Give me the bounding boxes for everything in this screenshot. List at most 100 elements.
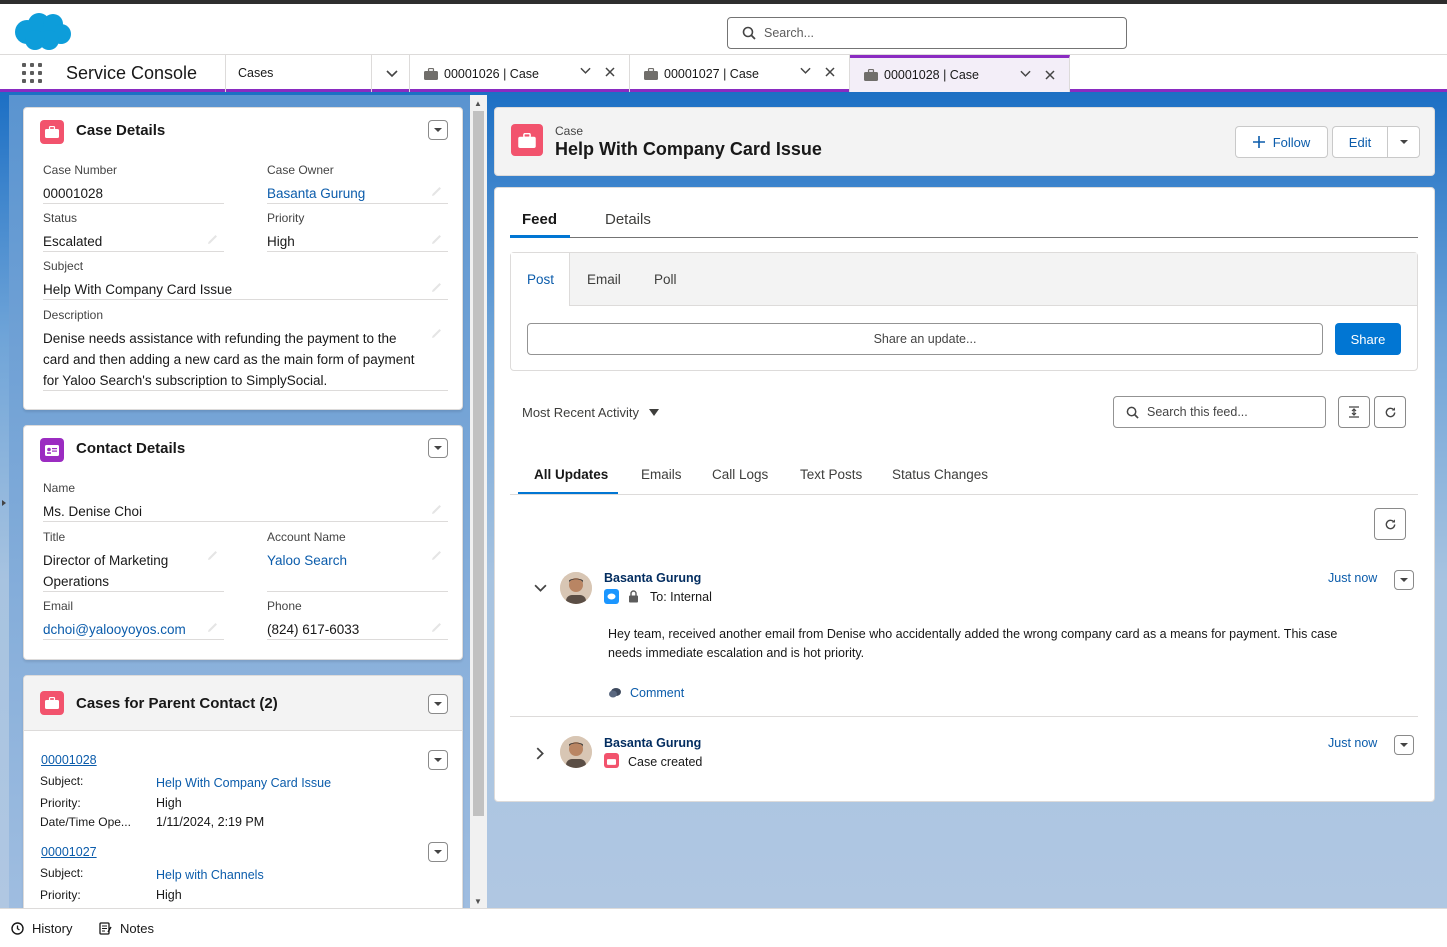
email-link[interactable]: dchoi@yalooyoyos.com [43, 619, 224, 640]
pencil-icon[interactable] [431, 234, 442, 245]
chevron-down-icon[interactable] [1020, 70, 1031, 78]
feed-sort-dropdown[interactable]: Most Recent Activity [522, 405, 660, 420]
case-owner-link[interactable]: Basanta Gurung [267, 183, 448, 204]
field-label: Case Owner [267, 163, 334, 177]
chevron-down-icon [1399, 139, 1408, 144]
notes-utility-button[interactable]: Notes [99, 921, 154, 936]
feed-search-input[interactable]: Search this feed... [1113, 396, 1326, 428]
row-actions-dropdown[interactable] [428, 750, 448, 770]
pencil-icon[interactable] [431, 504, 442, 515]
pencil-icon[interactable] [431, 282, 442, 293]
filter-emails[interactable]: Emails [641, 467, 682, 482]
close-icon[interactable] [1045, 70, 1055, 80]
avatar[interactable] [560, 736, 592, 768]
pencil-icon[interactable] [431, 328, 442, 339]
author-link[interactable]: Basanta Gurung [604, 736, 701, 750]
tab-details[interactable]: Details [605, 211, 651, 228]
pencil-icon[interactable] [207, 622, 218, 633]
timestamp-link[interactable]: Just now [1328, 571, 1377, 585]
card-actions-dropdown[interactable] [428, 438, 448, 458]
workspace-tab-00001028[interactable]: 00001028 | Case [850, 55, 1070, 92]
workspace-tab-00001027[interactable]: 00001027 | Case [630, 55, 850, 92]
feed-item-actions-dropdown[interactable] [1394, 735, 1414, 755]
publisher-tab-post[interactable]: Post [511, 253, 570, 306]
chevron-down-icon [434, 849, 442, 854]
filter-status-changes[interactable]: Status Changes [892, 467, 988, 482]
case-icon [511, 124, 543, 156]
pencil-icon[interactable] [431, 550, 442, 561]
workspace-tab-00001026[interactable]: 00001026 | Case [410, 55, 630, 92]
tab-label: 00001027 | Case [664, 66, 759, 81]
edit-button[interactable]: Edit [1332, 126, 1388, 158]
collapse-all-button[interactable] [1338, 396, 1370, 428]
case-number-link[interactable]: 00001027 [41, 845, 97, 859]
sidebar-collapse-handle[interactable] [0, 495, 8, 511]
search-icon [742, 26, 756, 40]
history-utility-button[interactable]: History [11, 921, 72, 936]
field-value: Help With Company Card Issue [43, 282, 233, 297]
chevron-down-icon [434, 445, 442, 450]
record-title: Help With Company Card Issue [555, 139, 822, 159]
feed-item-actions-dropdown[interactable] [1394, 570, 1414, 590]
field-label: Status [43, 211, 78, 225]
nav-item-selector[interactable]: Cases [225, 55, 410, 92]
chevron-down-icon[interactable] [534, 584, 547, 593]
nav-selector-label: Cases [238, 66, 274, 80]
chevron-right-icon[interactable] [536, 747, 545, 760]
comment-button[interactable]: Comment [608, 686, 684, 700]
feed-search-placeholder: Search this feed... [1147, 405, 1248, 419]
case-details-card: Case Details Case Number 00001028 Case O… [23, 107, 463, 410]
tab-feed[interactable]: Feed [522, 211, 557, 228]
opened-value: 1/11/2024, 2:19 PM [156, 815, 265, 829]
card-actions-dropdown[interactable] [428, 694, 448, 714]
sidebar-scrollbar[interactable]: ▲ ▼ [470, 95, 487, 908]
card-actions-dropdown[interactable] [428, 120, 448, 140]
refresh-button[interactable] [1374, 396, 1406, 428]
pencil-icon[interactable] [207, 550, 218, 561]
priority-label: Priority: [40, 888, 81, 902]
timestamp-link[interactable]: Just now [1328, 736, 1377, 750]
pencil-icon[interactable] [207, 234, 218, 245]
subject-link[interactable]: Help with Channels [156, 868, 264, 882]
comment-icon [609, 688, 621, 698]
field-value: Director of Marketing Operations [43, 553, 169, 589]
account-link[interactable]: Yaloo Search [267, 550, 448, 571]
publisher-tab-poll[interactable]: Poll [654, 253, 677, 306]
account-name-field: Account Name Yaloo Search [267, 530, 448, 592]
avatar[interactable] [560, 572, 592, 604]
subject-link[interactable]: Help With Company Card Issue [156, 776, 331, 790]
subject-label: Subject: [40, 866, 84, 880]
follow-button[interactable]: Follow [1235, 126, 1328, 158]
filter-all-updates[interactable]: All Updates [534, 467, 608, 482]
field-label: Account Name [267, 530, 346, 544]
app-launcher-icon[interactable] [22, 63, 42, 83]
chevron-down-icon[interactable] [800, 67, 811, 75]
close-icon[interactable] [825, 67, 835, 77]
share-button[interactable]: Share [1335, 323, 1401, 355]
author-link[interactable]: Basanta Gurung [604, 571, 701, 585]
collapse-icon [1349, 406, 1359, 418]
publisher-tabs: Post Email Poll [511, 253, 1417, 306]
pencil-icon[interactable] [431, 622, 442, 633]
close-icon[interactable] [605, 67, 615, 77]
case-number-link[interactable]: 00001028 [41, 753, 97, 767]
scroll-down-icon[interactable]: ▼ [474, 897, 482, 906]
pencil-icon[interactable] [431, 186, 442, 197]
feed-refresh-button[interactable] [1374, 508, 1406, 540]
filter-call-logs[interactable]: Call Logs [712, 467, 768, 482]
notes-label: Notes [120, 921, 154, 936]
scrollbar-thumb[interactable] [473, 111, 484, 816]
chevron-down-icon[interactable] [580, 67, 591, 75]
global-search-input[interactable]: Search... [727, 17, 1127, 49]
nav-selector-chevron[interactable] [371, 55, 411, 92]
share-update-input[interactable]: Share an update... [527, 323, 1323, 355]
field-label: Email [43, 599, 74, 613]
filter-text-posts[interactable]: Text Posts [800, 467, 862, 482]
activity-label: Case created [628, 755, 703, 769]
row-actions-dropdown[interactable] [428, 842, 448, 862]
scroll-up-icon[interactable]: ▲ [474, 99, 482, 108]
publisher-tab-email[interactable]: Email [587, 253, 621, 306]
more-actions-button[interactable] [1387, 126, 1420, 158]
salesforce-logo[interactable] [13, 10, 73, 52]
lock-icon [629, 590, 638, 603]
